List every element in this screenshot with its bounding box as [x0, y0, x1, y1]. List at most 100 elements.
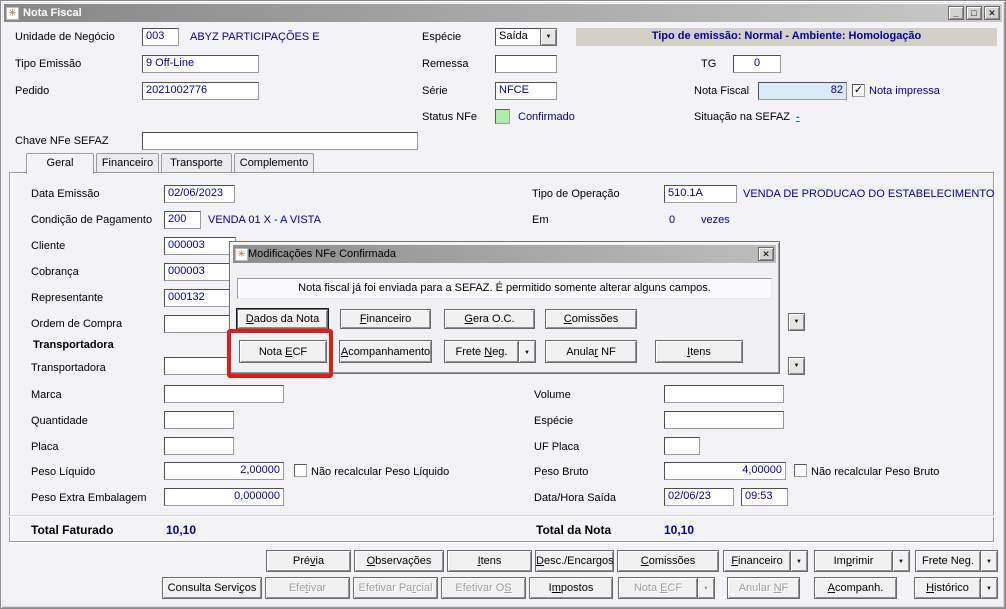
status-nfe-label: Status NFe: [422, 111, 478, 123]
nota-fiscal-field[interactable]: 82: [758, 82, 847, 100]
previa-button[interactable]: Prévia: [266, 550, 351, 572]
situacao-sefaz-link[interactable]: -: [796, 111, 800, 123]
cobranca-field[interactable]: 000003: [164, 263, 236, 281]
nota-ecf-bottom-button[interactable]: Nota ECF: [618, 577, 697, 599]
efetivar-parcial-button[interactable]: Efetivar Parcial: [353, 577, 438, 599]
acompanh-button[interactable]: Acompanh.: [814, 577, 897, 599]
pedido-field[interactable]: 2021002776: [142, 82, 259, 100]
tipo-operacao-desc: VENDA DE PRODUCAO DO ESTABELECIMENTO: [743, 188, 995, 200]
desc-encargos-button[interactable]: Desc./Encargos: [535, 550, 614, 572]
cliente-field[interactable]: 000003: [164, 237, 236, 255]
dialog-anular-nf-button[interactable]: Anular NF: [545, 340, 637, 363]
quantidade-label: Quantidade: [31, 415, 88, 427]
financeiro-button[interactable]: Financeiro: [723, 550, 790, 572]
remessa-label: Remessa: [422, 58, 469, 70]
nao-recalcular-peso-liquido-label: Não recalcular Peso Líquido: [311, 466, 450, 478]
chave-nfe-field[interactable]: [142, 132, 418, 150]
dialog-close-button[interactable]: ✕: [758, 247, 774, 261]
dialog-title-bar[interactable]: ✳ Modificações NFe Confirmada ✕: [233, 245, 776, 263]
efetivar-os-button[interactable]: Efetivar OS: [441, 577, 526, 599]
peso-liquido-field[interactable]: 2,00000: [164, 462, 284, 480]
nota-fiscal-label: Nota Fiscal: [694, 85, 750, 97]
placa-field[interactable]: [164, 437, 234, 455]
dados-da-nota-button[interactable]: Dados da Nota: [237, 309, 328, 329]
impostos-button[interactable]: Impostos: [529, 577, 613, 599]
efetivar-button[interactable]: Efetivar: [265, 577, 350, 599]
peso-bruto-field[interactable]: 4,00000: [664, 462, 786, 480]
tg-field[interactable]: 0: [733, 55, 781, 73]
window-title: Nota Fiscal: [23, 7, 82, 19]
especie-label: Espécie: [422, 31, 462, 43]
uf-placa-label: UF Placa: [534, 441, 580, 453]
dialog-frete-neg-button[interactable]: Frete Neg.: [444, 340, 518, 363]
em-suffix: vezes: [701, 214, 730, 226]
dialog-itens-button[interactable]: Itens: [655, 340, 743, 363]
remessa-field[interactable]: [495, 55, 557, 73]
maximize-button[interactable]: □: [966, 6, 982, 20]
dialog-title: Modificações NFe Confirmada: [248, 248, 396, 260]
tab-geral[interactable]: Geral: [26, 153, 94, 174]
peso-extra-field[interactable]: 0,000000: [164, 488, 284, 506]
historico-button[interactable]: Histórico: [914, 577, 980, 599]
dialog-financeiro-button[interactable]: Financeiro: [340, 309, 431, 329]
serie-field[interactable]: NFCE: [495, 82, 557, 100]
nota-impressa-checkbox[interactable]: ✓: [852, 84, 865, 97]
cobranca-label: Cobrança: [31, 266, 79, 278]
representante-field[interactable]: 000132: [164, 289, 236, 307]
especie-transp-field[interactable]: [664, 411, 784, 429]
especie-dropdown-icon[interactable]: ▼: [540, 28, 557, 46]
minimize-button[interactable]: _: [948, 6, 964, 20]
transportadora-label: Transportadora: [31, 362, 106, 374]
gera-oc-button[interactable]: Gera O.C.: [444, 309, 535, 329]
quantidade-field[interactable]: [164, 411, 234, 429]
serie-label: Série: [422, 85, 448, 97]
unidade-negocio-desc: ABYZ PARTICIPAÇÕES E: [190, 31, 320, 43]
consulta-servicos-button[interactable]: Consulta Serviços: [162, 577, 262, 599]
condicao-pagamento-desc: VENDA 01 X - A VISTA: [208, 214, 321, 226]
nota-ecf-dropdown-icon[interactable]: ▼: [697, 577, 715, 599]
transportadora-dropdown-icon[interactable]: ▼: [788, 357, 805, 375]
condicao-pagamento-label: Condição de Pagamento: [31, 214, 153, 226]
nota-ecf-button[interactable]: Nota ECF: [239, 340, 327, 363]
peso-bruto-label: Peso Bruto: [534, 466, 589, 478]
data-saida-field[interactable]: 02/06/23: [664, 488, 734, 506]
tab-financeiro[interactable]: Financeiro: [96, 153, 159, 173]
nota-impressa-label: Nota impressa: [869, 85, 940, 97]
condicao-pagamento-field[interactable]: 200: [164, 211, 201, 229]
unidade-negocio-field[interactable]: 003: [142, 28, 179, 46]
observacoes-button[interactable]: Observações: [354, 550, 444, 572]
marca-field[interactable]: [164, 385, 284, 403]
nao-recalcular-peso-bruto-checkbox[interactable]: [794, 464, 807, 477]
status-nfe-value: Confirmado: [518, 111, 575, 123]
volume-field[interactable]: [664, 385, 784, 403]
situacao-sefaz-label: Situação na SEFAZ: [694, 111, 790, 123]
acompanhamento-button[interactable]: Acompanhamento: [339, 340, 432, 363]
nao-recalcular-peso-liquido-checkbox[interactable]: [294, 464, 307, 477]
check-icon: ✓: [853, 84, 864, 96]
data-emissao-field[interactable]: 02/06/2023: [164, 185, 235, 203]
imprimir-dropdown-icon[interactable]: ▼: [892, 550, 910, 572]
uf-placa-field[interactable]: [664, 437, 700, 455]
tg-label: TG: [701, 58, 717, 70]
dialog-comissoes-button[interactable]: Comissões: [545, 309, 637, 329]
financeiro-dropdown-icon[interactable]: ▼: [790, 550, 808, 572]
hora-saida-field[interactable]: 09:53: [741, 488, 788, 506]
especie-transp-label: Espécie: [534, 415, 574, 427]
dialog-frete-neg-dropdown-icon[interactable]: ▼: [518, 340, 536, 363]
itens-button[interactable]: Itens: [447, 550, 532, 572]
data-emissao-label: Data Emissão: [31, 188, 100, 200]
frete-neg-button[interactable]: Frete Neg.: [915, 550, 980, 572]
ordem-compra-dropdown-icon[interactable]: ▼: [788, 313, 805, 331]
anular-nf-bottom-button[interactable]: Anular NF: [727, 577, 800, 599]
historico-dropdown-icon[interactable]: ▼: [980, 577, 998, 599]
nota-fiscal-window: ✳ Nota Fiscal _ □ ✕ Unidade de Negócio 0…: [0, 0, 1006, 609]
frete-neg-dropdown-icon[interactable]: ▼: [980, 550, 998, 572]
close-button[interactable]: ✕: [984, 6, 1000, 20]
imprimir-button[interactable]: Imprimir: [814, 550, 892, 572]
comissoes-button[interactable]: Comissões: [617, 550, 719, 572]
tipo-operacao-field[interactable]: 510.1A: [664, 185, 737, 203]
tab-transporte[interactable]: Transporte: [161, 153, 232, 173]
title-bar[interactable]: ✳ Nota Fiscal _ □ ✕: [4, 4, 1002, 22]
tab-complemento[interactable]: Complemento: [234, 153, 314, 173]
tipo-emissao-field[interactable]: 9 Off-Line: [142, 55, 259, 73]
